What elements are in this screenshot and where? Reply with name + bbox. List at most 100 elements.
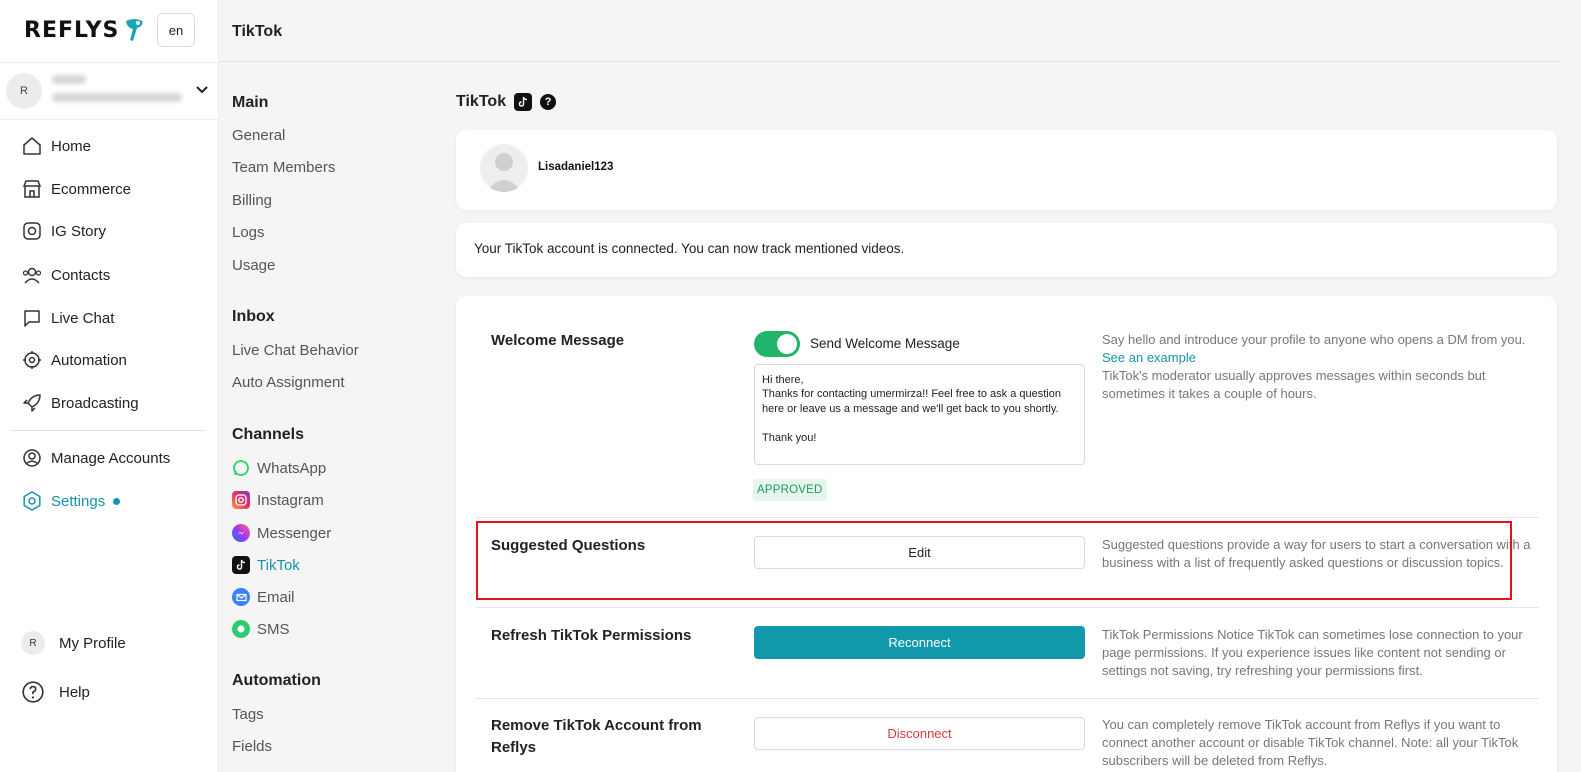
user-avatar [480,144,528,192]
channel-label: Email [257,588,295,606]
row-divider [475,607,1539,608]
nav-settings[interactable]: Settings [21,488,121,514]
nav-label: Manage Accounts [51,449,171,467]
settings-item-whatsapp[interactable]: WhatsApp [232,459,326,477]
email-icon [232,588,250,606]
settings-item-auto-assignment[interactable]: Auto Assignment [232,374,345,391]
welcome-toggle-label: Send Welcome Message [810,336,960,351]
settings-item-instagram[interactable]: Instagram [232,491,324,509]
tiktok-username: Lisadaniel123 [538,161,614,173]
row-divider [475,517,1539,518]
chevron-down-icon [196,86,208,94]
language-selector[interactable]: en [157,13,195,47]
nav-label: Help [59,683,90,701]
nav-broadcasting[interactable]: Broadcasting [21,390,139,416]
welcome-message-toggle[interactable] [754,331,800,357]
settings-icon [23,491,41,511]
profile-avatar: R [21,631,45,655]
reflys-logo[interactable]: REFLYS [24,17,145,43]
tiktok-icon [514,93,533,111]
refresh-permissions-title: Refresh TikTok Permissions [491,627,692,644]
welcome-message-title: Welcome Message [491,332,625,349]
nav-contacts[interactable]: Contacts [21,262,110,288]
settings-item-general[interactable]: General [232,127,285,144]
instagram-icon [232,491,250,509]
settings-indicator-dot [113,497,121,505]
nav-divider [10,430,206,431]
connection-notice: Your TikTok account is connected. You ca… [474,241,905,256]
user-circle-icon [23,449,41,467]
welcome-message-description: Say hello and introduce your profile to … [1102,331,1532,403]
messenger-icon [232,524,250,542]
settings-item-team-members[interactable]: Team Members [232,159,335,176]
settings-item-tiktok[interactable]: TikTok [232,556,300,574]
sms-icon [232,620,250,638]
settings-item-email[interactable]: Email [232,588,295,606]
settings-item-fields[interactable]: Fields [232,738,272,755]
tiktok-icon [232,556,250,574]
nav-home[interactable]: Home [21,133,91,159]
settings-section-channels: Channels [232,426,305,443]
welcome-desc-text: Say hello and introduce your profile to … [1102,332,1526,347]
store-icon [22,180,42,198]
nav-help[interactable]: Help [21,679,90,705]
rocket-icon [23,394,41,412]
chat-icon [24,310,40,327]
refresh-permissions-description: TikTok Permissions Notice TikTok can som… [1102,627,1523,678]
sidebar: REFLYS en R Home Ecommerce IG Story Cont… [0,0,219,772]
page-title: TikTok [232,23,283,40]
nav-label: Automation [51,351,127,369]
settings-item-live-chat-behavior[interactable]: Live Chat Behavior [232,342,359,359]
account-switcher[interactable]: R [0,62,219,120]
nav-label: Contacts [51,266,111,284]
nav-ig-story[interactable]: IG Story [21,218,106,244]
account-email-redacted [52,93,182,102]
see-example-link[interactable]: See an example [1102,350,1196,365]
row-divider [475,698,1539,699]
help-icon [22,681,44,703]
profile-card: Lisadaniel123 [456,130,1557,210]
settings-section-automation: Automation [232,672,321,689]
help-tooltip-icon[interactable]: ? [540,94,557,110]
logo-text: REFLYS [24,17,120,43]
connection-notice-card: Your TikTok account is connected. You ca… [456,223,1557,277]
nav-my-profile[interactable]: R My Profile [21,630,126,656]
settings-item-messenger[interactable]: Messenger [232,524,331,542]
nav-ecommerce[interactable]: Ecommerce [21,176,131,202]
channel-label: Messenger [257,524,332,542]
nav-label: Broadcasting [51,394,139,412]
welcome-desc-note: TikTok's moderator usually approves mess… [1102,368,1486,401]
settings-item-logs[interactable]: Logs [232,224,265,241]
nav-live-chat[interactable]: Live Chat [21,305,114,331]
channel-label: Instagram [257,491,324,509]
header-divider [220,61,1560,62]
channel-label: SMS [257,620,290,638]
nav-label: Live Chat [51,309,115,327]
account-name-redacted [52,75,86,84]
settings-item-billing[interactable]: Billing [232,192,272,209]
highlight-box [476,521,1512,600]
approved-status-badge: APPROVED [753,479,827,501]
nav-manage-accounts[interactable]: Manage Accounts [21,445,170,471]
settings-item-sms[interactable]: SMS [232,620,290,638]
channel-label: TikTok [257,556,300,574]
channel-label: WhatsApp [257,459,327,477]
logo-mark-icon [126,19,143,41]
contacts-icon [22,267,42,284]
ig-story-icon [23,222,41,240]
account-avatar: R [6,73,42,109]
automation-icon [23,351,41,369]
content-title: TikTok ? [456,93,557,111]
welcome-message-textarea[interactable]: Hi there, Thanks for contacting umermirz… [754,364,1085,465]
disconnect-button[interactable]: Disconnect [754,717,1085,750]
nav-automation[interactable]: Automation [21,347,127,373]
reconnect-button[interactable]: Reconnect [754,626,1085,659]
settings-item-usage[interactable]: Usage [232,257,275,274]
remove-account-description: You can completely remove TikTok account… [1102,717,1519,768]
toggle-knob [777,334,797,354]
remove-account-title: Remove TikTok Account from Reflys [491,717,702,756]
settings-section-inbox: Inbox [232,308,275,325]
whatsapp-icon [232,459,250,477]
settings-item-tags[interactable]: Tags [232,706,264,723]
nav-label: Ecommerce [51,180,132,198]
